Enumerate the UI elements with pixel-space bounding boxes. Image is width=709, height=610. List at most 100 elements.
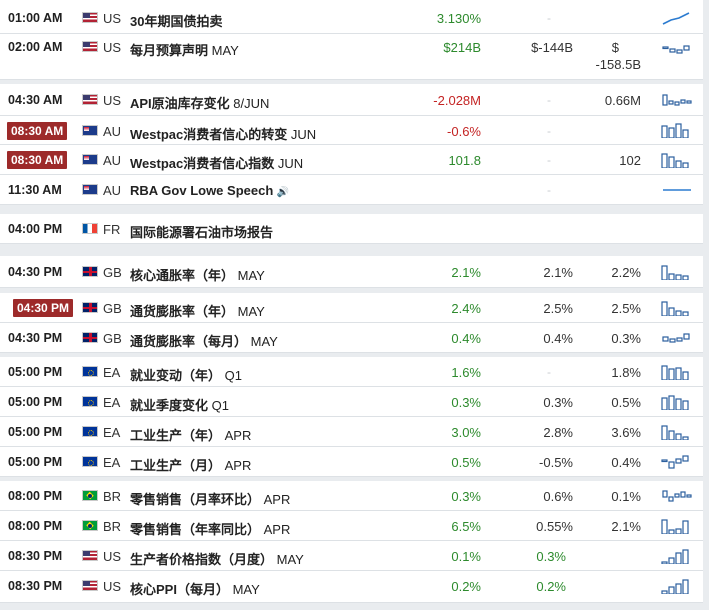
event-name[interactable]: RBA Gov Lowe Speech 🔊 xyxy=(130,183,289,198)
gb-flag-icon xyxy=(82,302,98,313)
actual-value: 0.1% xyxy=(451,549,481,564)
forecast-value: 0.6% xyxy=(543,489,573,504)
event-time: 11:30 AM xyxy=(8,183,62,197)
au-flag-icon xyxy=(82,125,98,136)
calendar-row[interactable]: 04:30 AM US API原油库存变化 8/JUN -2.028M - 0.… xyxy=(0,84,703,116)
calendar-row[interactable]: 08:00 PM BR 零售销售（年率同比） APR 6.5% 0.55% 2.… xyxy=(0,511,703,541)
event-name[interactable]: 核心通胀率（年） MAY xyxy=(130,265,265,284)
actual-value: 0.3% xyxy=(451,489,481,504)
event-name[interactable]: 生产者价格指数（月度） MAY xyxy=(130,549,304,568)
sparkline-icon[interactable] xyxy=(661,394,693,410)
calendar-row[interactable]: 02:00 AM US 每月预算声明 MAY $214B $-144B $ -1… xyxy=(0,34,703,80)
country-code: GB xyxy=(103,331,122,346)
previous-value: 0.66M xyxy=(604,93,641,108)
calendar-row[interactable]: 04:30 PM GB 通货膨胀率（每月） MAY 0.4% 0.4% 0.3% xyxy=(0,323,703,353)
sparkline-icon[interactable] xyxy=(661,264,693,280)
event-name[interactable]: Westpac消费者信心的转变 JUN xyxy=(130,124,316,143)
forecast-value: - xyxy=(547,183,551,197)
event-name[interactable]: 工业生产（月） APR xyxy=(130,455,251,474)
forecast-value: 0.4% xyxy=(543,331,573,346)
event-name[interactable]: 通货膨胀率（每月） MAY xyxy=(130,331,278,350)
sparkline-icon[interactable] xyxy=(661,300,693,316)
forecast-value: 0.3% xyxy=(536,549,566,564)
event-time: 04:00 PM xyxy=(8,222,63,236)
calendar-row[interactable]: 01:00 AM US 30年期国债拍卖 3.130% - xyxy=(0,0,703,34)
country-code: EA xyxy=(103,395,121,410)
country-code: GB xyxy=(103,301,122,316)
sparkline-icon[interactable] xyxy=(661,578,693,594)
event-name[interactable]: 工业生产（年） APR xyxy=(130,425,251,444)
event-time-highlighted: 08:30 AM xyxy=(7,151,68,169)
actual-value: 3.130% xyxy=(436,11,481,26)
sparkline-icon[interactable] xyxy=(661,122,693,138)
us-flag-icon xyxy=(82,550,98,561)
forecast-value: 0.55% xyxy=(536,519,573,534)
event-name[interactable]: 核心PPI（每月） MAY xyxy=(130,579,260,598)
calendar-row[interactable]: 04:30 PM GB 核心通胀率（年） MAY 2.1% 2.1% 2.2% xyxy=(0,256,703,288)
forecast-value: 0.2% xyxy=(536,579,566,594)
calendar-row[interactable]: 05:00 PM EA 工业生产（年） APR 3.0% 2.8% 3.6% xyxy=(0,417,703,447)
eu-flag-icon xyxy=(82,366,98,377)
calendar-row[interactable]: 08:30 PM US 核心PPI（每月） MAY 0.2% 0.2% xyxy=(0,571,703,603)
sparkline-icon[interactable] xyxy=(661,330,693,346)
fr-flag-icon xyxy=(82,223,98,234)
previous-value: -158.5B xyxy=(595,57,641,72)
forecast-value: 0.3% xyxy=(543,395,573,410)
calendar-row[interactable]: 08:30 AM AU Westpac消费者信心指数 JUN 101.8 - 1… xyxy=(0,145,703,175)
event-time: 05:00 PM xyxy=(8,395,63,409)
country-code: GB xyxy=(103,265,122,280)
calendar-row[interactable]: 05:00 PM EA 工业生产（月） APR 0.5% -0.5% 0.4% xyxy=(0,447,703,477)
us-flag-icon xyxy=(82,580,98,591)
sparkline-icon[interactable] xyxy=(661,10,693,26)
sparkline-icon[interactable] xyxy=(661,364,693,380)
event-name[interactable]: 零售销售（年率同比） APR xyxy=(130,519,290,538)
event-time: 05:00 PM xyxy=(8,455,63,469)
country-code: US xyxy=(103,549,122,564)
event-name[interactable]: 30年期国债拍卖 xyxy=(130,11,222,30)
sparkline-icon[interactable] xyxy=(661,152,693,168)
actual-value: 1.6% xyxy=(451,365,481,380)
sparkline-icon[interactable] xyxy=(661,92,693,108)
actual-value: -2.028M xyxy=(433,93,481,108)
forecast-value: 2.1% xyxy=(543,265,573,280)
event-name[interactable]: API原油库存变化 8/JUN xyxy=(130,93,269,112)
calendar-row[interactable]: 05:00 PM EA 就业季度变化 Q1 0.3% 0.3% 0.5% xyxy=(0,387,703,417)
forecast-value: -0.5% xyxy=(539,455,573,470)
sparkline-icon[interactable] xyxy=(661,42,693,58)
event-name[interactable]: 每月预算声明 MAY xyxy=(130,40,239,59)
country-code: US xyxy=(103,579,122,594)
us-flag-icon xyxy=(82,94,98,105)
calendar-row[interactable]: 05:00 PM EA 就业变动（年） Q1 1.6% - 1.8% xyxy=(0,357,703,387)
event-time: 04:30 PM xyxy=(8,331,63,345)
event-name[interactable]: 零售销售（月率环比） APR xyxy=(130,489,290,508)
actual-value: 2.4% xyxy=(451,301,481,316)
forecast-value: - xyxy=(547,153,551,167)
event-time: 08:00 PM xyxy=(8,489,63,503)
calendar-row[interactable]: 11:30 AM AU RBA Gov Lowe Speech 🔊 - xyxy=(0,175,703,205)
event-name[interactable]: Westpac消费者信心指数 JUN xyxy=(130,153,303,172)
sparkline-icon[interactable] xyxy=(661,518,693,534)
event-name[interactable]: 国际能源署石油市场报告 xyxy=(130,222,273,241)
sparkline-icon[interactable] xyxy=(661,488,693,504)
actual-value: 0.4% xyxy=(451,331,481,346)
country-code: BR xyxy=(103,489,122,504)
sparkline-icon[interactable] xyxy=(661,548,693,564)
sparkline-icon[interactable] xyxy=(661,182,693,198)
calendar-row[interactable]: 08:30 PM US 生产者价格指数（月度） MAY 0.1% 0.3% xyxy=(0,541,703,571)
calendar-row[interactable]: 08:30 AM AU Westpac消费者信心的转变 JUN -0.6% - xyxy=(0,116,703,145)
calendar-row[interactable]: 04:00 PM FR 国际能源署石油市场报告 xyxy=(0,214,703,244)
au-flag-icon xyxy=(82,154,98,165)
calendar-row[interactable]: 04:30 PM GB 通货膨胀率（年） MAY 2.4% 2.5% 2.5% xyxy=(0,293,703,323)
sparkline-icon[interactable] xyxy=(661,454,693,470)
country-code: EA xyxy=(103,365,121,380)
br-flag-icon xyxy=(82,490,98,501)
calendar-row[interactable]: 08:00 PM BR 零售销售（月率环比） APR 0.3% 0.6% 0.1… xyxy=(0,481,703,511)
event-name[interactable]: 通货膨胀率（年） MAY xyxy=(130,301,265,320)
event-name[interactable]: 就业变动（年） Q1 xyxy=(130,365,242,384)
sparkline-icon[interactable] xyxy=(661,424,693,440)
country-code: EA xyxy=(103,425,121,440)
previous-value: 2.2% xyxy=(611,265,641,280)
event-name[interactable]: 就业季度变化 Q1 xyxy=(130,395,229,414)
forecast-value: 2.8% xyxy=(543,425,573,440)
actual-value: -0.6% xyxy=(447,124,481,139)
